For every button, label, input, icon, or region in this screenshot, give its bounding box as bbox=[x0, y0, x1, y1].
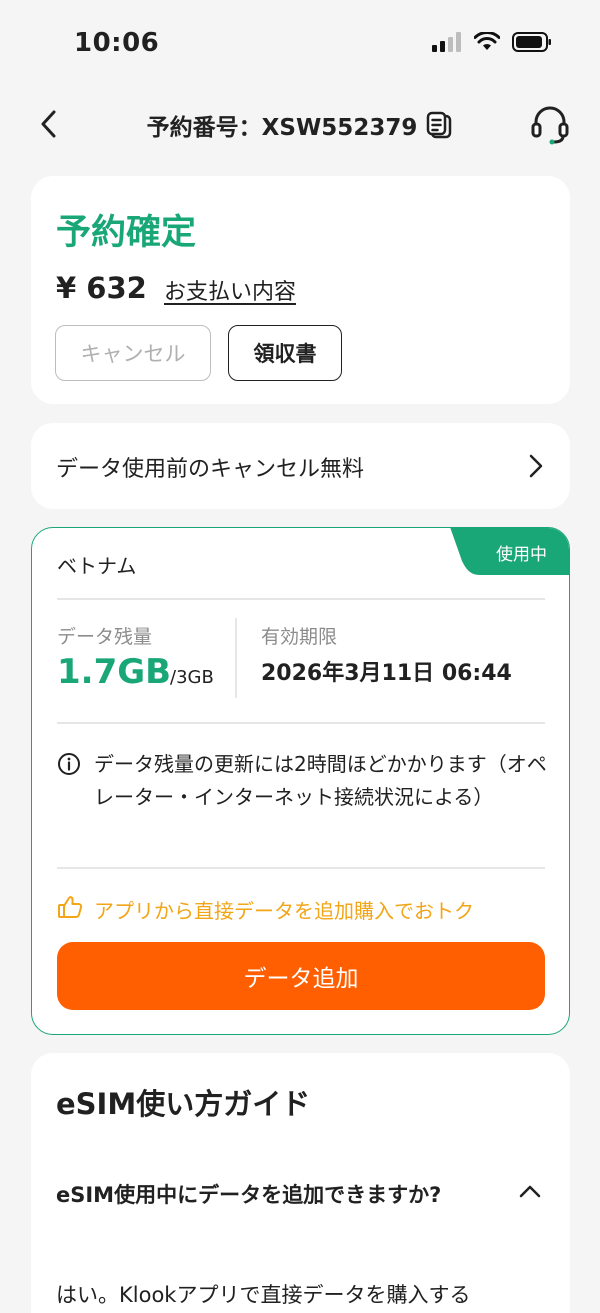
cellular-signal-icon bbox=[432, 32, 461, 52]
status-icons bbox=[432, 32, 552, 52]
data-remaining-value: 1.7GB bbox=[57, 652, 172, 692]
expiry-label: 有効期限 bbox=[261, 626, 338, 648]
add-data-button[interactable]: データ追加 bbox=[57, 942, 545, 1010]
divider bbox=[57, 598, 545, 600]
wifi-icon bbox=[474, 32, 500, 50]
divider bbox=[57, 867, 545, 869]
battery-icon bbox=[512, 32, 551, 52]
info-icon bbox=[58, 753, 80, 775]
promo-text: アプリから直接データを追加購入でおトク bbox=[94, 899, 474, 923]
data-update-note: データ残量の更新には2時間ほどかかります（オペレーター・インターネット接続状況に… bbox=[94, 752, 547, 809]
copy-icon[interactable] bbox=[425, 110, 453, 140]
vertical-divider bbox=[235, 618, 237, 698]
customer-support-button[interactable] bbox=[528, 102, 572, 146]
headset-icon bbox=[531, 106, 569, 145]
receipt-button[interactable]: 領収書 bbox=[228, 325, 342, 381]
booking-number: 予約番号：XSW552379 bbox=[146, 115, 418, 141]
status-bar: 10:06 bbox=[0, 0, 600, 90]
chevron-right-icon bbox=[529, 454, 543, 478]
booking-status: 予約確定 bbox=[56, 213, 197, 253]
guide-title: eSIM使い方ガイド bbox=[56, 1087, 311, 1121]
page-title: 予約番号：XSW552379 bbox=[0, 108, 600, 142]
chevron-up-icon[interactable] bbox=[518, 1183, 542, 1199]
cancel-button[interactable]: キャンセル bbox=[55, 325, 211, 381]
esim-country: ベトナム bbox=[57, 554, 137, 578]
in-use-badge: 使用中 bbox=[496, 545, 547, 565]
nav-bar: 予約番号：XSW552379 bbox=[0, 92, 600, 156]
booking-status-card: 予約確定 ¥ 632 お支払い内容 キャンセル 領収書 bbox=[31, 176, 570, 404]
cancellation-policy-row[interactable]: データ使用前のキャンセル無料 bbox=[31, 423, 570, 509]
esim-usage-card: 使用中 ベトナム データ残量 1.7GB /3GB 有効期限 2026年3月11… bbox=[31, 527, 570, 1035]
divider bbox=[57, 722, 545, 724]
expiry-value: 2026年3月11日 06:44 bbox=[261, 661, 512, 686]
payment-details-link[interactable]: お支払い内容 bbox=[164, 274, 296, 306]
price: ¥ 632 bbox=[56, 271, 147, 305]
data-remaining-label: データ残量 bbox=[57, 626, 153, 648]
faq-question[interactable]: eSIM使用中にデータを追加できますか? bbox=[56, 1177, 476, 1213]
cancellation-policy-text: データ使用前のキャンセル無料 bbox=[56, 457, 365, 482]
thumbs-up-icon bbox=[58, 896, 83, 918]
esim-guide-card: eSIM使い方ガイド eSIM使用中にデータを追加できますか? はい。Klook… bbox=[31, 1053, 570, 1313]
faq-answer: はい。Klookアプリで直接データを購入する bbox=[56, 1283, 471, 1307]
data-total: /3GB bbox=[170, 667, 214, 688]
status-time: 10:06 bbox=[74, 28, 160, 58]
